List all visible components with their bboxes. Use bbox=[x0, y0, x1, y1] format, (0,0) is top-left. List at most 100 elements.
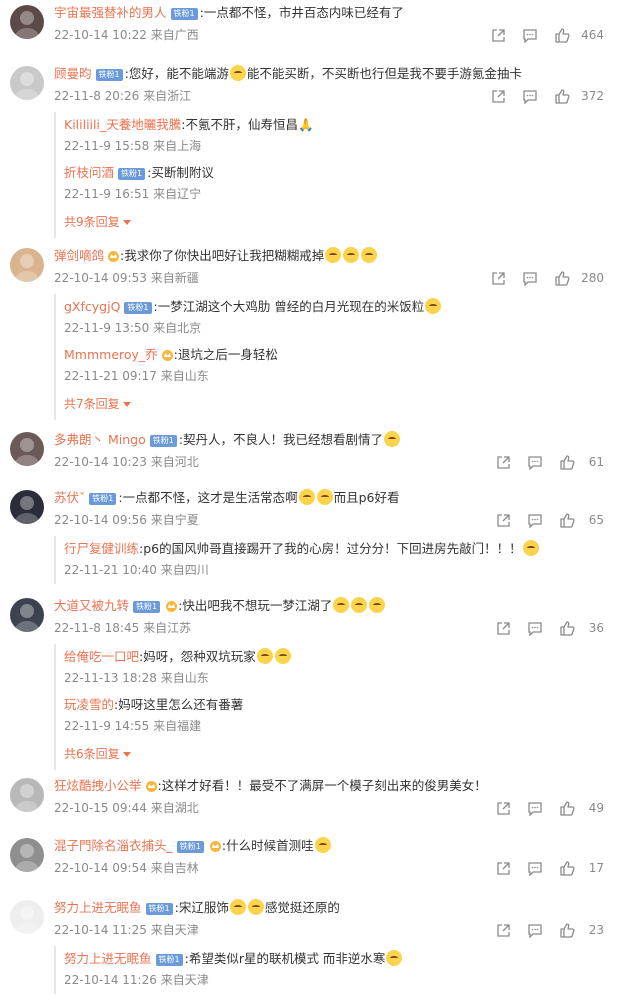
reply-list: 给俺吃一口吧:妈呀，怨种双坑玩家 22-11-13 18:28 来自山东 玩凌雪的:… bbox=[54, 644, 616, 770]
reply-list: Kililiili_天養地曬我騰:不氪不肝，仙寿恒昌🙏 22-11-9 15:58… bbox=[54, 112, 616, 238]
emoji-icon bbox=[351, 597, 368, 613]
more-replies-link[interactable]: 共7条回复 bbox=[64, 390, 616, 420]
username-link[interactable]: Mmmmeroy_乔 bbox=[64, 347, 158, 362]
location: 来自浙江 bbox=[143, 89, 192, 103]
comment-icon[interactable] bbox=[515, 86, 545, 106]
username-link[interactable]: 玩凌雪的 bbox=[64, 697, 114, 712]
like-count: 17 bbox=[588, 861, 604, 875]
timestamp: 22-10-14 11:25 bbox=[54, 923, 147, 937]
comment-meta: 22-10-14 09:53 来自新疆 280 bbox=[54, 268, 616, 288]
comment-icon[interactable] bbox=[520, 452, 550, 472]
comment-meta: 22-11-8 20:26 来自浙江 372 bbox=[54, 86, 616, 106]
location: 来自吉林 bbox=[150, 861, 199, 875]
thumbs-up-icon[interactable] bbox=[547, 268, 577, 288]
username-link[interactable]: 努力上进无眠鱼 bbox=[54, 900, 142, 915]
avatar[interactable] bbox=[10, 432, 44, 466]
comment-item: 大道又被九转 铁粉1:快出吧我不想玩一梦江湖了 22-11-8 18:45 来自江苏… bbox=[0, 596, 628, 770]
thumbs-up-icon[interactable] bbox=[552, 920, 582, 940]
comment-actions: 36 bbox=[486, 618, 604, 638]
location: 来自山东 bbox=[160, 369, 209, 383]
username-link[interactable]: 给俺吃一口吧 bbox=[64, 649, 139, 664]
username-link[interactable]: 行尸复健训练 bbox=[64, 541, 139, 556]
comment-text: :退坑之后一身轻松 bbox=[173, 347, 278, 362]
username-link[interactable]: Kililiili_天養地曬我騰 bbox=[64, 117, 181, 132]
avatar[interactable] bbox=[10, 598, 44, 632]
share-icon[interactable] bbox=[483, 268, 513, 288]
username-link[interactable]: 折枝问酒 bbox=[64, 165, 114, 180]
comment-text: :宋辽服饰 bbox=[174, 900, 229, 915]
chevron-down-icon bbox=[122, 220, 131, 225]
thumbs-up-icon[interactable] bbox=[552, 618, 582, 638]
comment-icon[interactable] bbox=[520, 920, 550, 940]
more-replies-link[interactable]: 共9条回复 bbox=[64, 208, 616, 238]
comment-text: :什么时候首测哇 bbox=[221, 838, 314, 853]
comment-item: 努力上进无眠鱼 铁粉1:宋辽服饰 感觉挺还原的 22-10-14 11:25 来自天津… bbox=[0, 898, 628, 994]
fan-badge: 铁粉1 bbox=[118, 168, 146, 180]
username-link[interactable]: 努力上进无眠鱼 bbox=[64, 951, 152, 966]
thumbs-up-icon[interactable] bbox=[552, 798, 582, 818]
comment-actions: 17 bbox=[486, 858, 604, 878]
avatar[interactable] bbox=[10, 900, 44, 934]
thumbs-up-icon[interactable] bbox=[547, 86, 577, 106]
reply-item: 玩凌雪的:妈呀这里怎么还有番薯 22-11-9 14:55 来自福建 bbox=[64, 692, 616, 740]
comment-icon[interactable] bbox=[520, 510, 550, 530]
timestamp: 22-11-9 13:50 bbox=[64, 321, 150, 335]
reply-list: gXfcygjQ 铁粉1:一梦江湖这个大鸡肋 曾经的白月光现在的米饭粒 22-11-… bbox=[54, 294, 616, 420]
share-icon[interactable] bbox=[488, 798, 518, 818]
comment-text: :不氪不肝，仙寿恒昌🙏 bbox=[181, 117, 314, 132]
username-link[interactable]: 大道又被九转 bbox=[54, 598, 129, 613]
comment-icon[interactable] bbox=[520, 618, 550, 638]
share-icon[interactable] bbox=[488, 920, 518, 940]
reply-list: 努力上进无眠鱼 铁粉1:希望类似r星的联机模式 而非逆水寒 22-10-14 11:… bbox=[54, 946, 616, 994]
comment-icon[interactable] bbox=[520, 858, 550, 878]
timestamp: 22-11-21 10:40 bbox=[64, 563, 157, 577]
comment-meta: 22-11-21 09:17 来自山东 bbox=[64, 366, 616, 386]
timestamp: 22-11-8 18:45 bbox=[54, 621, 140, 635]
username-link[interactable]: 弹剑嘀鸽 bbox=[54, 248, 104, 263]
emoji-icon bbox=[314, 837, 331, 853]
comment-meta: 22-10-14 10:22 来自广西 464 bbox=[54, 25, 616, 45]
username-link[interactable]: gXfcygjQ bbox=[64, 299, 120, 314]
crown-icon bbox=[165, 598, 178, 612]
avatar[interactable] bbox=[10, 66, 44, 100]
comment-item: 多弗朗丶 Mingo 铁粉1:契丹人，不良人！我已经想看剧情了 22-10-14 1… bbox=[0, 430, 628, 472]
avatar[interactable] bbox=[10, 490, 44, 524]
fan-badge: 铁粉1 bbox=[155, 954, 183, 966]
username-link[interactable]: 宇宙最强替补的男人 bbox=[54, 5, 167, 20]
avatar[interactable] bbox=[10, 838, 44, 872]
comment-icon[interactable] bbox=[515, 268, 545, 288]
emoji-icon bbox=[425, 298, 442, 314]
avatar[interactable] bbox=[10, 778, 44, 812]
comment-meta: 22-10-14 11:25 来自天津 23 bbox=[54, 920, 616, 940]
reply-item: Kililiili_天養地曬我騰:不氪不肝，仙寿恒昌🙏 22-11-9 15:58… bbox=[64, 112, 616, 160]
comment-text-line: 给俺吃一口吧:妈呀，怨种双坑玩家 bbox=[64, 647, 616, 667]
comment-icon[interactable] bbox=[520, 798, 550, 818]
username-link[interactable]: 多弗朗丶 Mingo bbox=[54, 432, 146, 447]
more-replies-link[interactable]: 共6条回复 bbox=[64, 740, 616, 770]
emoji-icon bbox=[386, 950, 403, 966]
share-icon[interactable] bbox=[483, 86, 513, 106]
timestamp: 22-10-14 11:26 bbox=[64, 973, 157, 987]
thumbs-up-icon[interactable] bbox=[552, 452, 582, 472]
comment-actions: 372 bbox=[481, 86, 604, 106]
share-icon[interactable] bbox=[488, 452, 518, 472]
thumbs-up-icon[interactable] bbox=[547, 25, 577, 45]
comment-text: :妈呀这里怎么还有番薯 bbox=[114, 697, 244, 712]
username-link[interactable]: 狂炫酷拽小公举 bbox=[54, 778, 142, 793]
username-link[interactable]: 混子門除名淄衣捕头_ bbox=[54, 838, 173, 853]
username-link[interactable]: 顾曼昀 bbox=[54, 66, 92, 81]
share-icon[interactable] bbox=[488, 510, 518, 530]
avatar[interactable] bbox=[10, 5, 44, 39]
share-icon[interactable] bbox=[488, 618, 518, 638]
thumbs-up-icon[interactable] bbox=[552, 858, 582, 878]
share-icon[interactable] bbox=[483, 25, 513, 45]
share-icon[interactable] bbox=[488, 858, 518, 878]
avatar[interactable] bbox=[10, 248, 44, 282]
location: 来自江苏 bbox=[143, 621, 192, 635]
thumbs-up-icon[interactable] bbox=[552, 510, 582, 530]
username-link[interactable]: 苏伏ˇ bbox=[54, 490, 85, 505]
location: 来自北京 bbox=[153, 321, 202, 335]
comment-icon[interactable] bbox=[515, 25, 545, 45]
location: 来自四川 bbox=[160, 563, 209, 577]
reply-item: gXfcygjQ 铁粉1:一梦江湖这个大鸡肋 曾经的白月光现在的米饭粒 22-11-… bbox=[64, 294, 616, 342]
